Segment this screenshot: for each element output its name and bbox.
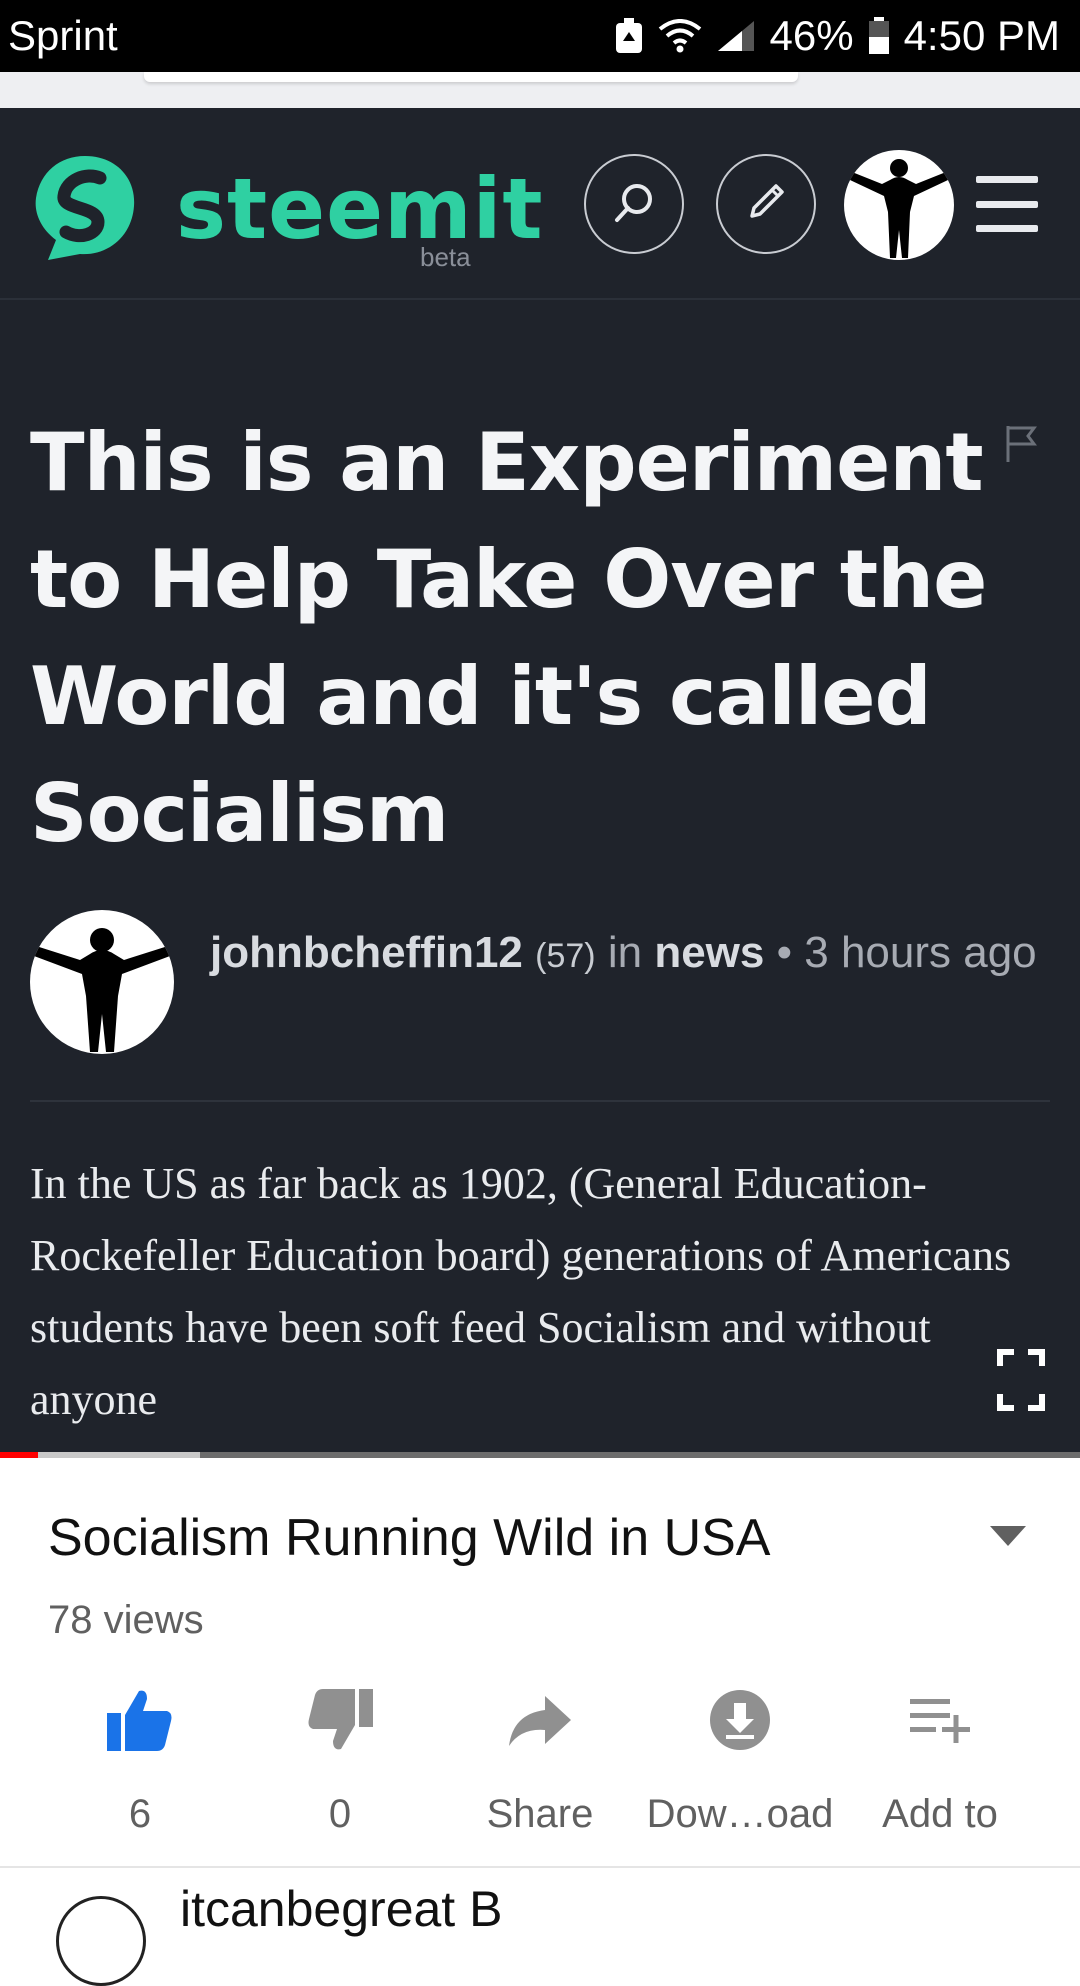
user-avatar[interactable] <box>844 150 954 260</box>
byline-bullet: • <box>776 928 793 977</box>
like-button[interactable]: 6 <box>40 1680 240 1837</box>
download-button[interactable]: Dow…oad <box>640 1680 840 1837</box>
author-avatar[interactable] <box>30 910 174 1054</box>
share-icon <box>507 1680 573 1760</box>
author-name-link[interactable]: johnbcheffin12 <box>210 928 523 977</box>
menu-icon[interactable] <box>976 176 1038 232</box>
video-actions: 6 0 Share Dow…oad Add to <box>40 1680 1050 1837</box>
battery-percent: 46% <box>769 12 854 59</box>
dislike-count: 0 <box>328 1792 352 1836</box>
write-post-button[interactable] <box>716 154 816 254</box>
dislike-button[interactable]: 0 <box>240 1680 440 1837</box>
post-title: This is an Experiment to Help Take Over … <box>30 416 987 860</box>
video-progress-bar[interactable] <box>0 1452 1080 1458</box>
in-label: in <box>607 928 643 977</box>
thumbs-down-icon <box>305 1680 375 1760</box>
thumbs-up-icon <box>105 1680 175 1760</box>
post-divider <box>30 1100 1050 1102</box>
wifi-icon <box>658 19 702 53</box>
author-reputation: (57) <box>535 937 596 975</box>
carrier-name: Sprint <box>8 12 118 59</box>
steemit-header: steemit beta <box>0 108 1080 300</box>
beta-label: beta <box>420 242 471 272</box>
share-label: Share <box>486 1792 594 1836</box>
section-divider <box>0 1866 1080 1868</box>
channel-name[interactable]: itcanbegreat B <box>180 1880 502 1938</box>
channel-avatar[interactable] <box>56 1896 146 1986</box>
add-to-playlist-icon <box>908 1680 972 1760</box>
clock: 4:50 PM <box>903 12 1060 59</box>
view-count: 78 views <box>48 1598 204 1642</box>
cell-signal-icon <box>716 19 756 53</box>
flag-icon[interactable] <box>1004 424 1038 469</box>
post-byline: johnbcheffin12 (57) in news • 3 hours ag… <box>210 924 1050 985</box>
post-body: In the US as far back as 1902, (General … <box>30 1159 1012 1424</box>
like-count: 6 <box>128 1792 152 1836</box>
search-icon <box>612 180 656 229</box>
download-label: Dow…oad <box>646 1792 834 1836</box>
add-to-button[interactable]: Add to <box>840 1680 1040 1837</box>
video-player[interactable]: steemit beta This is an Experiment to He… <box>0 108 1080 1458</box>
add-to-label: Add to <box>882 1792 998 1836</box>
video-title[interactable]: Socialism Running Wild in USA <box>48 1508 771 1568</box>
progress-played <box>0 1452 38 1458</box>
steemit-wordmark: steemit <box>176 160 544 258</box>
post-time: 3 hours ago <box>804 928 1037 977</box>
expand-description-icon[interactable] <box>988 1524 1028 1553</box>
steemit-logo-icon <box>28 148 142 271</box>
share-button[interactable]: Share <box>440 1680 640 1837</box>
status-icons: 46% 4:50 PM <box>614 12 1060 60</box>
search-button[interactable] <box>584 154 684 254</box>
recycle-notification-icon <box>614 17 644 55</box>
browser-strip <box>0 72 1080 108</box>
fullscreen-icon[interactable] <box>996 1348 1046 1417</box>
pencil-icon <box>744 180 788 229</box>
browser-tab-edge <box>144 72 798 82</box>
download-icon <box>709 1680 771 1760</box>
status-bar: Sprint 46% 4:50 PM <box>0 0 1080 72</box>
battery-icon <box>868 17 890 55</box>
category-link[interactable]: news <box>654 928 764 977</box>
